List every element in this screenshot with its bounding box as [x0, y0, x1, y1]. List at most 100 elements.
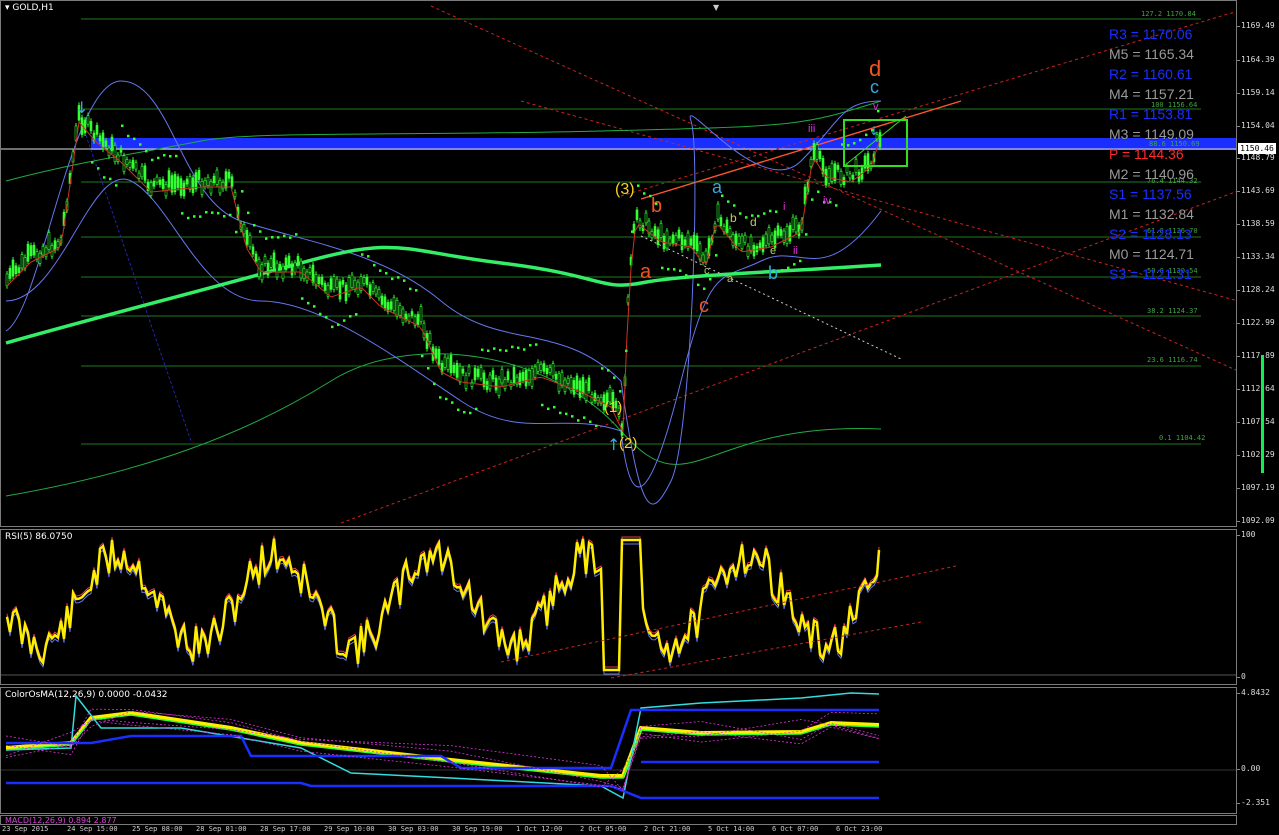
candle-body: [704, 250, 708, 263]
candle-body: [818, 150, 822, 160]
parabolic-sar-dot: [817, 190, 820, 193]
candle-body: [836, 165, 840, 170]
candle-body: [437, 349, 441, 365]
candle-body: [536, 362, 540, 372]
parabolic-sar-dot: [295, 233, 298, 236]
candle-body: [539, 363, 543, 371]
osma-panel[interactable]: ColorOsMA(12,26,9) 0.0000 -0.0432: [0, 687, 1237, 814]
candle-body: [233, 192, 237, 198]
parabolic-sar-dot: [409, 287, 412, 291]
candle-body: [320, 276, 324, 285]
macd-panel[interactable]: MACD(12,26,9) 0.894 2.877: [0, 815, 1237, 825]
parabolic-sar-dot: [277, 236, 280, 239]
parabolic-sar-dot: [511, 345, 514, 349]
parabolic-sar-dot: [397, 276, 400, 279]
candle-body: [56, 241, 60, 248]
candle-body: [695, 235, 699, 252]
parabolic-sar-dot: [445, 397, 448, 401]
pivot-m2-label: M2 = 1140.96: [1109, 166, 1194, 182]
parabolic-sar-dot: [607, 369, 610, 372]
price-tick: 1122.99: [1237, 318, 1275, 327]
candle-body: [581, 377, 585, 394]
parabolic-sar-dot: [97, 167, 100, 170]
candle-body: [659, 222, 663, 238]
parabolic-sar-dot: [619, 390, 622, 393]
parabolic-sar-dot: [391, 277, 394, 281]
parabolic-sar-dot: [613, 376, 616, 379]
candle-body: [653, 226, 657, 237]
candle-body: [254, 253, 258, 262]
candle-body: [308, 267, 312, 273]
parabolic-sar-dot: [349, 315, 352, 318]
price-tick: 1117.89: [1237, 351, 1275, 360]
candle-body: [95, 125, 99, 135]
candle-body: [248, 235, 252, 248]
down-arrow-icon: ↓: [75, 98, 88, 117]
wave-label-d-small: d: [750, 215, 757, 229]
parabolic-sar-dot: [667, 267, 670, 271]
wave-label-a-blue: a: [712, 177, 723, 197]
candle-body: [578, 380, 582, 398]
candle-body: [716, 203, 720, 220]
parabolic-sar-dot: [223, 215, 226, 218]
candle-body: [794, 217, 798, 233]
main-chart-panel[interactable]: ▾ GOLD,H1 ▼ ↓ ↑ ↓ 127.2 1170.84 100 1156.6…: [0, 0, 1237, 527]
candle-body: [848, 173, 852, 179]
parabolic-sar-dot: [487, 349, 490, 353]
candle-body: [458, 365, 462, 383]
wave-label-1: (1): [604, 399, 623, 416]
candle-body: [851, 174, 855, 180]
candle-body: [770, 234, 774, 243]
parabolic-sar-dot: [103, 176, 106, 179]
wave-label-a-small: a: [727, 273, 734, 285]
candle-body: [287, 255, 291, 266]
candle-body: [665, 230, 669, 249]
candle-body: [434, 348, 438, 359]
candle-body: [26, 243, 30, 262]
candle-body: [644, 212, 648, 224]
parabolic-sar-dot: [463, 410, 466, 414]
parabolic-sar-dot: [775, 210, 778, 213]
pivot-r1-label: R1 = 1153.81: [1109, 106, 1193, 122]
candle-body: [365, 276, 369, 285]
parabolic-sar-dot: [553, 405, 556, 409]
rsi-line: [5, 538, 881, 672]
candle-body: [473, 367, 477, 381]
time-axis: 23 Sep 2015 24 Sep 15:00 25 Sep 08:00 28…: [0, 825, 1279, 835]
candle-body: [494, 377, 498, 391]
parabolic-sar-dot: [283, 234, 286, 238]
parabolic-sar-dot: [229, 213, 232, 217]
parabolic-sar-dot: [403, 279, 406, 282]
pivot-s1-label: S1 = 1137.56: [1109, 186, 1192, 202]
price-tick: 1112.64: [1237, 384, 1275, 393]
parabolic-sar-dot: [367, 255, 370, 258]
candle-body: [341, 280, 345, 285]
wave-label-d-red: d: [869, 56, 882, 81]
price-scale[interactable]: 1169.49 1164.39 1159.14 1154.04 1148.79 …: [1237, 0, 1279, 527]
candle-body: [278, 263, 282, 271]
volume-indicator-bar: [1261, 355, 1264, 473]
rsi-panel[interactable]: RSI(5) 86.0750: [0, 529, 1237, 685]
parabolic-sar-dot: [265, 237, 268, 240]
parabolic-sar-dot: [799, 259, 802, 263]
candle-body: [14, 265, 18, 275]
candle-body: [380, 295, 384, 305]
candle-body: [521, 371, 525, 381]
parabolic-sar-dot: [109, 177, 112, 181]
candle-body: [548, 367, 552, 373]
parabolic-sar-dot: [559, 411, 562, 415]
parabolic-sar-dot: [835, 204, 838, 207]
candle-body: [32, 244, 36, 256]
parabolic-sar-dot: [427, 367, 430, 370]
candle-body: [269, 258, 273, 268]
parabolic-sar-dot: [769, 209, 772, 213]
rsi-tick: 0: [1237, 672, 1246, 681]
candle-body: [275, 262, 279, 278]
candle-body: [200, 180, 204, 195]
parabolic-sar-dot: [739, 212, 742, 215]
parabolic-sar-dot: [181, 212, 184, 215]
candle-body: [542, 363, 546, 372]
candle-body: [98, 135, 102, 142]
osma-magenta-band: [5, 718, 880, 792]
candle-body: [140, 165, 144, 178]
